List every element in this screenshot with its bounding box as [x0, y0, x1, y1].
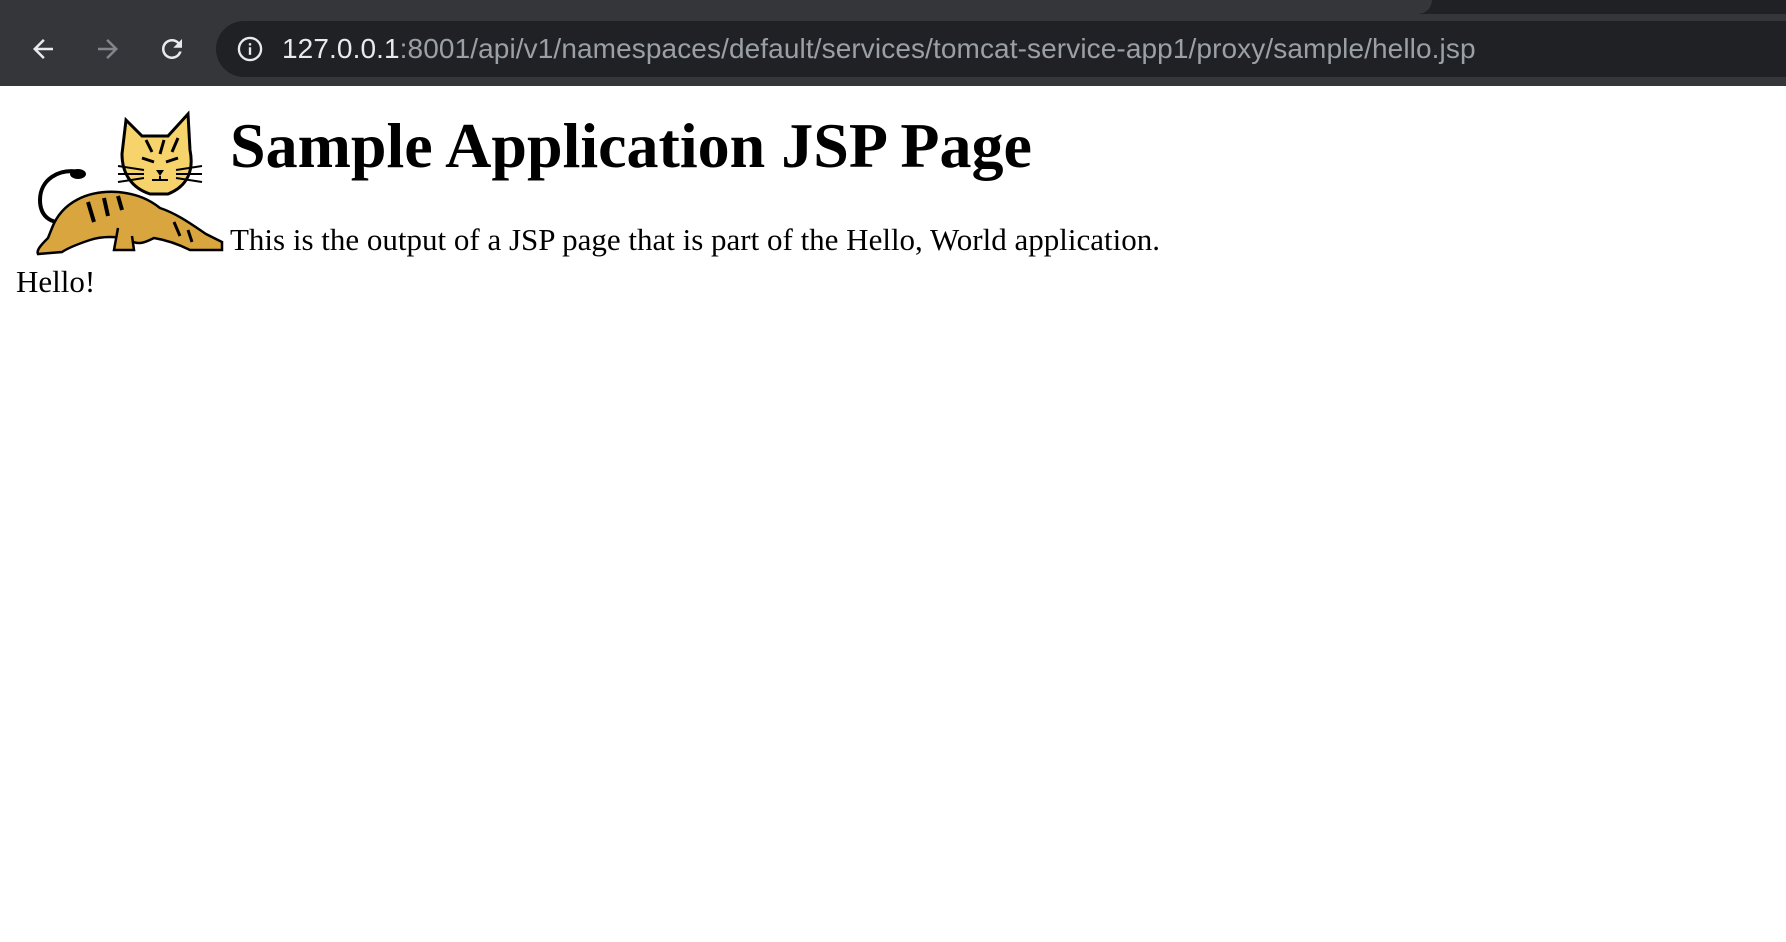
url-text[interactable]: 127.0.0.1:8001/api/v1/namespaces/default…	[282, 21, 1476, 77]
page-title: Sample Application JSP Page	[230, 110, 1032, 181]
forward-button[interactable]	[85, 26, 131, 72]
page-content: Sample Application JSP Page This is the …	[0, 86, 1786, 942]
tab-strip	[0, 0, 1786, 14]
greeting-text: Hello!	[16, 264, 96, 299]
intro-text: This is the output of a JSP page that is…	[230, 222, 1160, 257]
reload-button[interactable]	[149, 26, 195, 72]
info-icon[interactable]	[236, 35, 264, 63]
forward-arrow-icon	[98, 39, 118, 59]
tomcat-logo	[36, 110, 224, 256]
url-path: :8001/api/v1/namespaces/default/services…	[399, 33, 1476, 64]
reload-icon	[162, 39, 182, 59]
url-host: 127.0.0.1	[282, 33, 400, 64]
browser-toolbar: 127.0.0.1:8001/api/v1/namespaces/default…	[0, 0, 1786, 86]
active-tab[interactable]	[0, 0, 1432, 14]
back-arrow-icon	[33, 39, 53, 59]
address-bar[interactable]: 127.0.0.1:8001/api/v1/namespaces/default…	[216, 21, 1786, 77]
back-button[interactable]	[20, 26, 66, 72]
